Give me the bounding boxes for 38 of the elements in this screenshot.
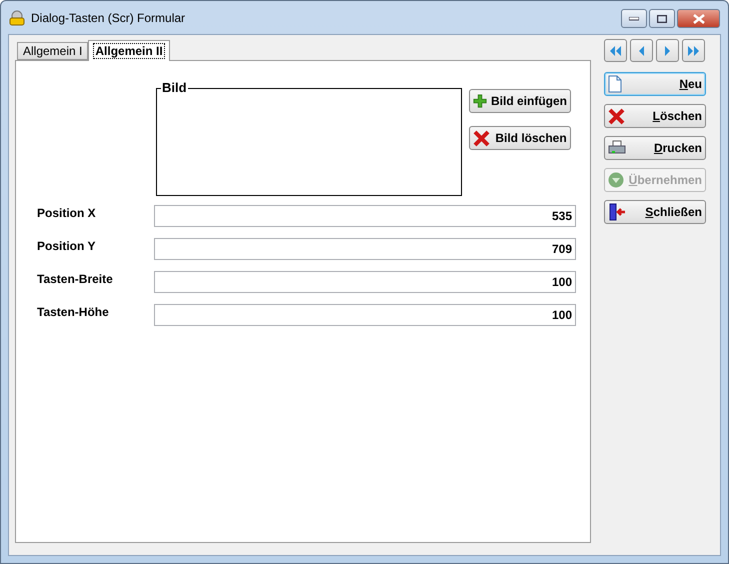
field-label: Position Y (36, 239, 96, 253)
navigation-button[interactable] (656, 39, 679, 62)
field-label: Tasten-Höhe (36, 305, 110, 319)
close-button[interactable] (677, 9, 720, 28)
input-field[interactable]: 709 (154, 238, 576, 260)
input-field[interactable]: 535 (154, 205, 576, 227)
navigation-button[interactable] (604, 39, 627, 62)
action-button[interactable]: Drucken (604, 136, 706, 160)
plus-icon (473, 93, 487, 109)
navigation-button[interactable] (630, 39, 653, 62)
input-field[interactable]: 100 (154, 271, 576, 293)
minimize-icon (629, 16, 639, 20)
navigation-button[interactable] (682, 39, 705, 62)
insert-image-button[interactable]: Bild einfügen (469, 89, 571, 113)
app-icon (9, 10, 25, 26)
cross-icon (608, 107, 626, 125)
tab[interactable]: Allgemein I (17, 42, 88, 60)
exit-door-icon (608, 203, 626, 221)
field-label: Tasten-Breite (36, 272, 114, 286)
field-label: Position X (36, 206, 97, 220)
maximize-icon (657, 14, 667, 22)
last-icon (688, 46, 699, 56)
close-icon (692, 14, 704, 24)
delete-image-button[interactable]: Bild löschen (469, 126, 571, 150)
document-icon (608, 75, 622, 93)
minimize-button[interactable] (621, 9, 647, 28)
maximize-button[interactable] (649, 9, 675, 28)
action-button[interactable]: Löschen (604, 104, 706, 128)
window-title: Dialog-Tasten (Scr) Formular (31, 10, 186, 24)
first-icon (610, 46, 621, 56)
cross-icon (473, 129, 491, 147)
previous-icon (639, 46, 644, 56)
tab[interactable]: Allgemein II (88, 40, 170, 61)
action-button[interactable]: Neu (604, 72, 706, 96)
input-field[interactable]: 100 (154, 304, 576, 326)
printer-icon (608, 140, 626, 156)
next-icon (665, 46, 670, 56)
action-button[interactable]: Schließen (604, 200, 706, 224)
